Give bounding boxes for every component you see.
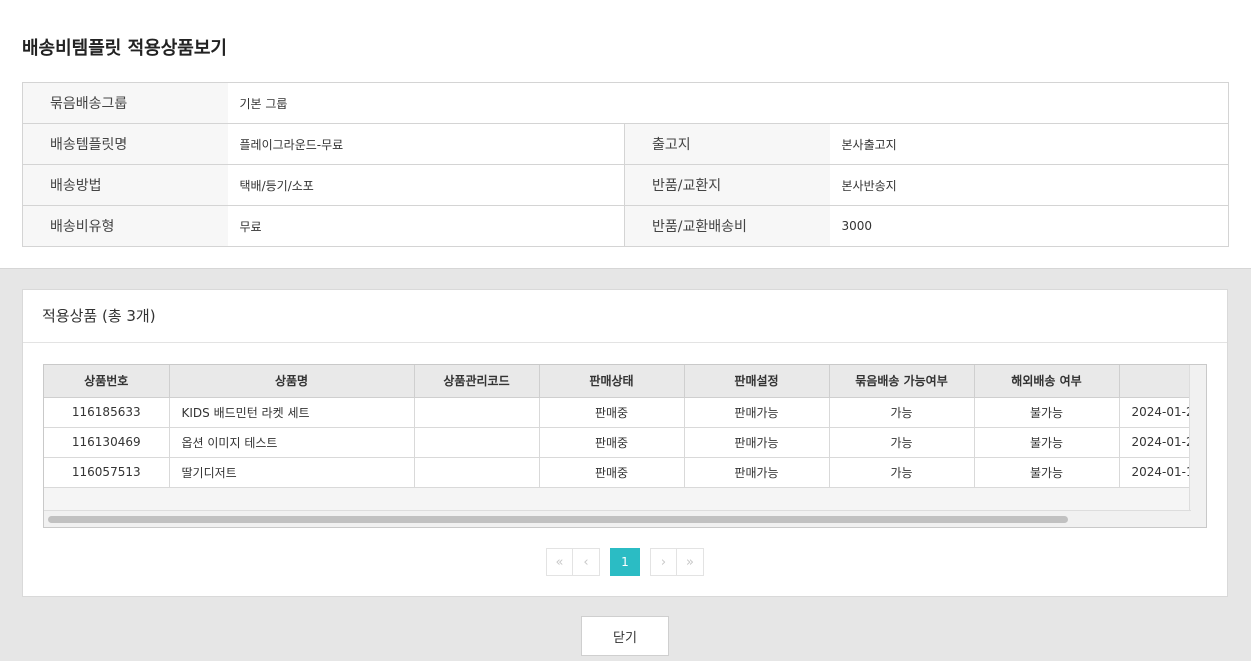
- cell-bundle-available: 가능: [828, 396, 975, 428]
- cell-product-no: 116185633: [44, 396, 170, 428]
- cell-sale-setting: 판매가능: [683, 426, 830, 458]
- col-sale-setting[interactable]: 판매설정: [683, 365, 830, 398]
- cell-bundle-available: 가능: [828, 456, 975, 488]
- template-info-table: 묶음배송그룹 기본 그룹 배송템플릿명 플레이그라운드-무료 출고지 본사출고지…: [22, 82, 1230, 247]
- col-sale-status[interactable]: 판매상태: [538, 365, 685, 398]
- cell-product-code: [413, 456, 540, 488]
- template-name-value: 플레이그라운드-무료: [227, 123, 625, 165]
- cell-sale-status: 판매중: [538, 456, 685, 488]
- products-section: 적용상품 (총 3개) 상품번호 상품명 상품관리코드 판매상태 판매설정 묶음…: [0, 268, 1251, 661]
- cell-product-code: [413, 396, 540, 428]
- info-row-shipping-method: 배송방법 택배/등기/소포 반품/교환지 본사반송지: [22, 164, 1230, 206]
- page-title: 배송비템플릿 적용상품보기: [22, 38, 227, 59]
- products-table: 상품번호 상품명 상품관리코드 판매상태 판매설정 묶음배송 가능여부 해외배송…: [44, 365, 1206, 488]
- shipping-method-value: 택배/등기/소포: [227, 164, 625, 206]
- vertical-scrollbar[interactable]: [1189, 365, 1206, 527]
- horizontal-scroll-thumb[interactable]: [48, 516, 1068, 523]
- cell-product-no: 116057513: [44, 456, 170, 488]
- cell-product-name: 딸기디저트: [168, 456, 415, 488]
- horizontal-scrollbar[interactable]: [44, 510, 1191, 527]
- cell-sale-status: 판매중: [538, 396, 685, 428]
- cell-overseas-shipping: 불가능: [973, 396, 1120, 428]
- col-overseas-shipping[interactable]: 해외배송 여부: [973, 365, 1120, 398]
- template-info-section: 배송비템플릿 적용상품보기 묶음배송그룹 기본 그룹 배송템플릿명 플레이그라운…: [0, 0, 1251, 268]
- cell-sale-setting: 판매가능: [683, 396, 830, 428]
- col-product-name[interactable]: 상품명: [168, 365, 415, 398]
- fee-type-label: 배송비유형: [22, 205, 228, 247]
- info-row-fee-type: 배송비유형 무료 반품/교환배송비 3000: [22, 205, 1230, 247]
- last-page-button[interactable]: »: [677, 548, 704, 576]
- products-grid: 상품번호 상품명 상품관리코드 판매상태 판매설정 묶음배송 가능여부 해외배송…: [43, 364, 1207, 528]
- return-fee-value: 3000: [829, 205, 1230, 247]
- fee-type-value: 무료: [227, 205, 625, 247]
- cell-overseas-shipping: 불가능: [973, 426, 1120, 458]
- release-location-value: 본사출고지: [829, 123, 1230, 165]
- cell-sale-status: 판매중: [538, 426, 685, 458]
- col-product-code[interactable]: 상품관리코드: [413, 365, 540, 398]
- cell-product-name: 옵션 이미지 테스트: [168, 426, 415, 458]
- return-fee-label: 반품/교환배송비: [624, 205, 830, 247]
- cell-sale-setting: 판매가능: [683, 456, 830, 488]
- info-row-template-name: 배송템플릿명 플레이그라운드-무료 출고지 본사출고지: [22, 123, 1230, 165]
- next-page-button[interactable]: ›: [650, 548, 677, 576]
- pagination: « ‹ 1 › »: [546, 548, 704, 576]
- products-title: 적용상품 (총 3개): [23, 290, 1227, 343]
- template-name-label: 배송템플릿명: [22, 123, 228, 165]
- cell-product-code: [413, 426, 540, 458]
- release-location-label: 출고지: [624, 123, 830, 165]
- cell-product-name: KIDS 배드민턴 라켓 세트: [168, 396, 415, 428]
- cell-overseas-shipping: 불가능: [973, 456, 1120, 488]
- prev-page-button[interactable]: ‹: [573, 548, 600, 576]
- close-button[interactable]: 닫기: [581, 616, 669, 656]
- table-row[interactable]: 116185633 KIDS 배드민턴 라켓 세트 판매중 판매가능 가능 불가…: [44, 396, 1206, 428]
- bundle-group-label: 묶음배송그룹: [22, 82, 228, 124]
- return-location-label: 반품/교환지: [624, 164, 830, 206]
- products-header-row: 상품번호 상품명 상품관리코드 판매상태 판매설정 묶음배송 가능여부 해외배송…: [44, 365, 1206, 398]
- cell-product-no: 116130469: [44, 426, 170, 458]
- table-row[interactable]: 116130469 옵션 이미지 테스트 판매중 판매가능 가능 불가능 202…: [44, 426, 1206, 458]
- info-row-bundle-group: 묶음배송그룹 기본 그룹: [22, 82, 1230, 124]
- shipping-method-label: 배송방법: [22, 164, 228, 206]
- table-row[interactable]: 116057513 딸기디저트 판매중 판매가능 가능 불가능 2024-01-…: [44, 456, 1206, 488]
- col-bundle-available[interactable]: 묶음배송 가능여부: [828, 365, 975, 398]
- return-location-value: 본사반송지: [829, 164, 1230, 206]
- first-page-button[interactable]: «: [546, 548, 573, 576]
- products-panel: 적용상품 (총 3개) 상품번호 상품명 상품관리코드 판매상태 판매설정 묶음…: [22, 289, 1228, 597]
- cell-bundle-available: 가능: [828, 426, 975, 458]
- col-product-no[interactable]: 상품번호: [44, 365, 170, 398]
- current-page-button[interactable]: 1: [610, 548, 640, 576]
- bundle-group-value: 기본 그룹: [227, 82, 1230, 124]
